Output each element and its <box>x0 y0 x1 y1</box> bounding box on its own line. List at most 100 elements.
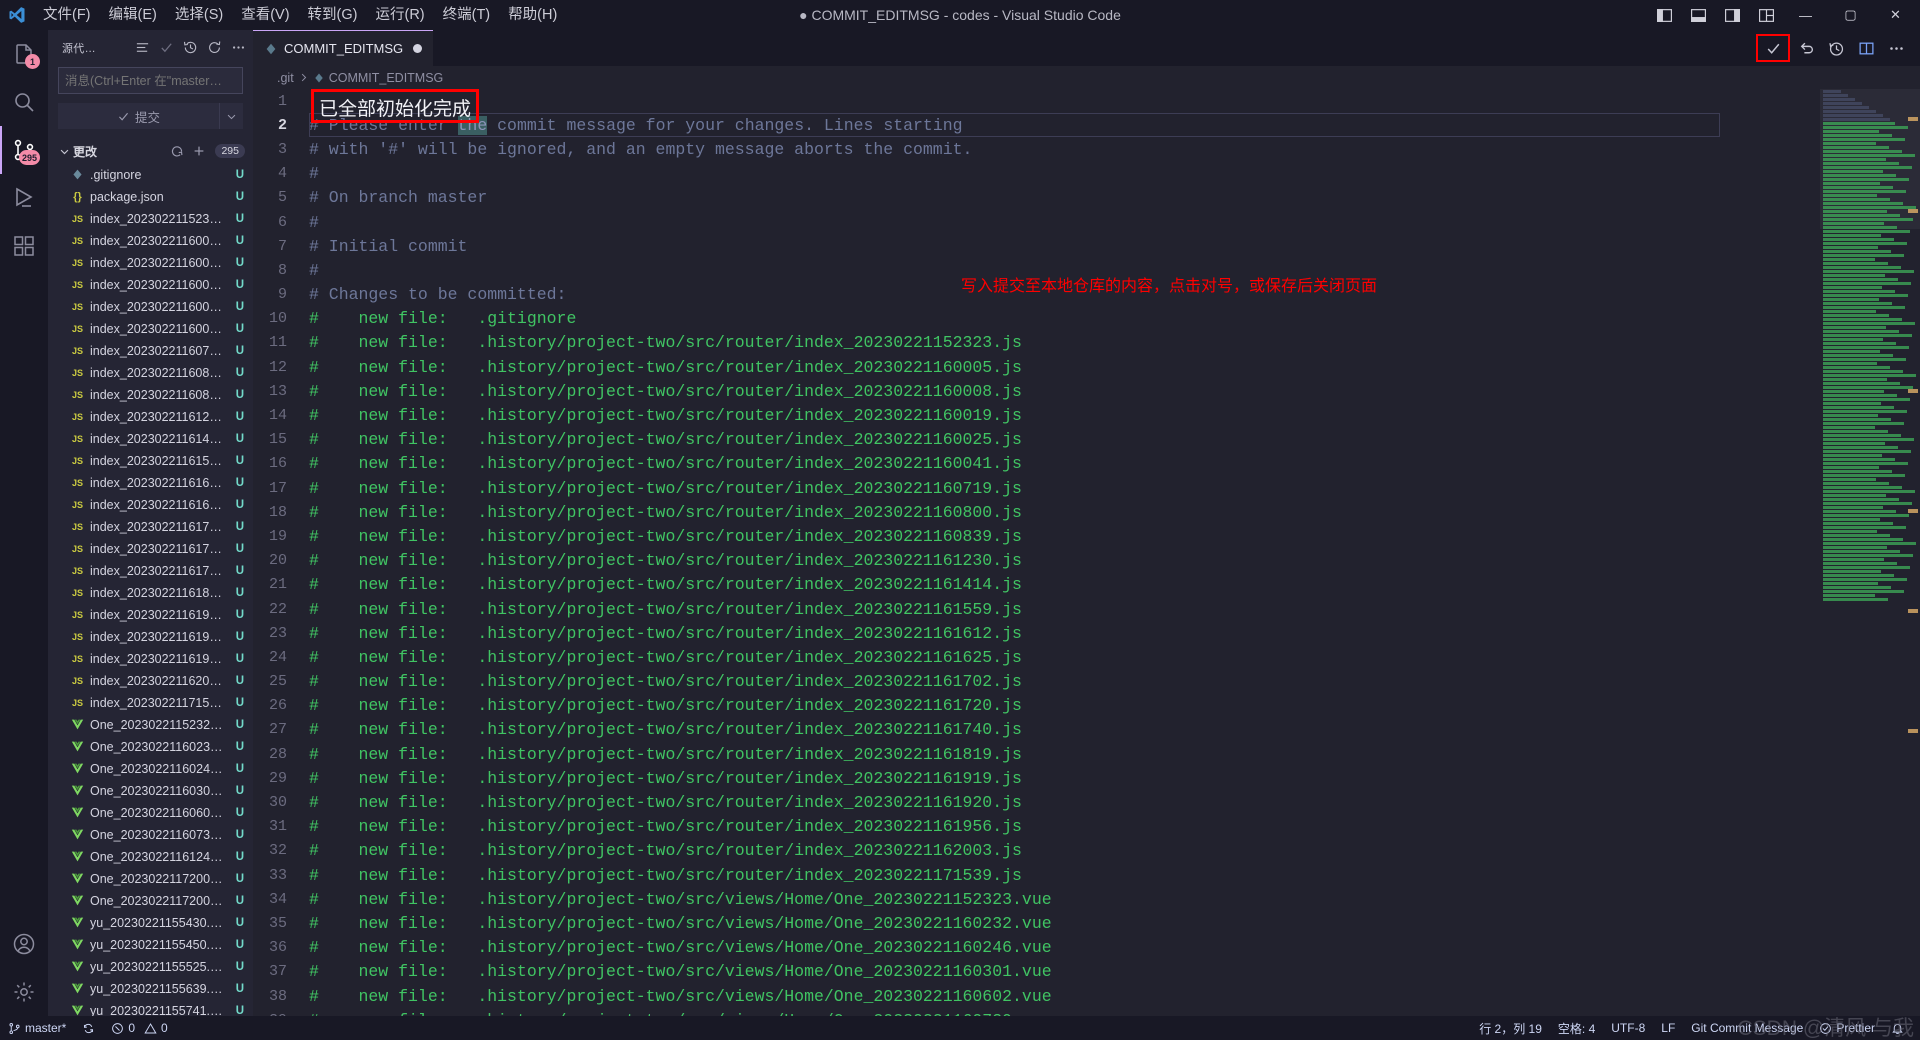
changed-file-row[interactable]: JS index_2023022116123… U <box>48 406 253 428</box>
changed-file-row[interactable]: JS index_2023022116172… U <box>48 538 253 560</box>
menu-file[interactable]: 文件(F) <box>34 0 100 30</box>
code-line[interactable]: 12 # new file: .history/project-two/src/r… <box>253 355 1820 379</box>
code-line[interactable]: 33 # new file: .history/project-two/src/r… <box>253 863 1820 887</box>
minimize-button[interactable]: — <box>1783 0 1828 30</box>
view-as-list-icon[interactable] <box>131 37 153 59</box>
changed-file-row[interactable]: One_20230221161242… U <box>48 846 253 868</box>
changed-file-row[interactable]: One_20230221160246… U <box>48 758 253 780</box>
editor-more-icon[interactable] <box>1882 34 1910 62</box>
status-branch[interactable]: master* <box>0 1016 74 1040</box>
changed-file-row[interactable]: JS index_2023022116004… U <box>48 318 253 340</box>
activity-explorer[interactable]: 1 <box>0 30 48 78</box>
code-line[interactable]: 4 # <box>253 162 1820 186</box>
code-line[interactable]: 26 # new file: .history/project-two/src/r… <box>253 694 1820 718</box>
split-editor-icon[interactable] <box>1852 34 1880 62</box>
status-eol[interactable]: LF <box>1653 1016 1683 1040</box>
changed-file-row[interactable]: JS index_2023022116181… U <box>48 582 253 604</box>
code-line[interactable]: 22 # new file: .history/project-two/src/r… <box>253 597 1820 621</box>
changed-file-row[interactable]: JS index_2023022116141… U <box>48 428 253 450</box>
code-line[interactable]: 10 # new file: .gitignore <box>253 307 1820 331</box>
code-line[interactable]: 11 # new file: .history/project-two/src/r… <box>253 331 1820 355</box>
changed-file-row[interactable]: {} package.json U <box>48 186 253 208</box>
code-line[interactable]: 3 # with '#' will be ignored, and an empt… <box>253 137 1820 161</box>
changes-section-header[interactable]: 更改 295 <box>48 140 253 163</box>
commit-check-icon[interactable] <box>155 37 177 59</box>
changed-file-row[interactable]: JS index_2023022116192… U <box>48 626 253 648</box>
changed-file-row[interactable]: One_20230221172003… U <box>48 890 253 912</box>
commit-button[interactable]: 提交 <box>58 103 219 129</box>
panel-bottom-icon[interactable] <box>1681 0 1715 30</box>
maximize-button[interactable]: ▢ <box>1828 0 1873 30</box>
code-line[interactable]: 14 # new file: .history/project-two/src/r… <box>253 403 1820 427</box>
changed-file-row[interactable]: JS index_2023022116191… U <box>48 604 253 626</box>
changed-file-row[interactable]: JS index_2023022116071… U <box>48 340 253 362</box>
changed-file-row[interactable]: yu_20230221155741.v… U <box>48 1000 253 1016</box>
tab-commit-editmsg[interactable]: COMMIT_EDITMSG <box>253 30 434 66</box>
code-line[interactable]: 31 # new file: .history/project-two/src/r… <box>253 815 1820 839</box>
refresh-icon[interactable] <box>203 37 225 59</box>
menu-selection[interactable]: 选择(S) <box>166 0 232 30</box>
menu-edit[interactable]: 编辑(E) <box>100 0 166 30</box>
discard-changes-icon[interactable] <box>1792 34 1820 62</box>
code-line[interactable]: 17 # new file: .history/project-two/src/r… <box>253 476 1820 500</box>
code-line[interactable]: 15 # new file: .history/project-two/src/r… <box>253 428 1820 452</box>
panel-left-icon[interactable] <box>1647 0 1681 30</box>
scrollbar-decorations[interactable] <box>1906 89 1920 1016</box>
code-line[interactable]: 29 # new file: .history/project-two/src/r… <box>253 766 1820 790</box>
changed-file-row[interactable]: JS index_2023022116170… U <box>48 516 253 538</box>
code-line[interactable]: 35 # new file: .history/project-two/src/v… <box>253 911 1820 935</box>
timeline-history-icon[interactable] <box>1822 34 1850 62</box>
changed-file-row[interactable]: yu_20230221155639.v… U <box>48 978 253 1000</box>
minimap[interactable] <box>1820 89 1920 1016</box>
changed-file-row[interactable]: JS index_2023022117153… U <box>48 692 253 714</box>
status-encoding[interactable]: UTF-8 <box>1603 1016 1653 1040</box>
status-sync[interactable] <box>74 1016 103 1040</box>
code-line[interactable]: 13 # new file: .history/project-two/src/r… <box>253 379 1820 403</box>
status-indentation[interactable]: 空格: 4 <box>1550 1016 1603 1040</box>
commit-accept-check-icon[interactable] <box>1756 34 1790 62</box>
code-line[interactable]: 27 # new file: .history/project-two/src/r… <box>253 718 1820 742</box>
changed-file-row[interactable]: JS index_2023022116080… U <box>48 362 253 384</box>
changed-file-row[interactable]: One_20230221160301… U <box>48 780 253 802</box>
changed-file-row[interactable]: JS index_2023022115232… U <box>48 208 253 230</box>
code-line[interactable]: 38 # new file: .history/project-two/src/v… <box>253 984 1820 1008</box>
code-line[interactable]: 24 # new file: .history/project-two/src/r… <box>253 645 1820 669</box>
changed-file-row[interactable]: JS index_2023022116161… U <box>48 472 253 494</box>
changed-file-row[interactable]: One_20230221160232… U <box>48 736 253 758</box>
menu-go[interactable]: 转到(G) <box>299 0 367 30</box>
changed-file-row[interactable]: JS index_2023022116000… U <box>48 252 253 274</box>
more-actions-icon[interactable] <box>227 37 249 59</box>
panel-right-icon[interactable] <box>1715 0 1749 30</box>
code-line[interactable]: 20 # new file: .history/project-two/src/r… <box>253 549 1820 573</box>
activity-accounts[interactable] <box>0 920 48 968</box>
discard-all-changes-icon[interactable] <box>167 142 186 161</box>
layout-grid-icon[interactable] <box>1749 0 1783 30</box>
code-line[interactable]: 8 # <box>253 258 1820 282</box>
menu-view[interactable]: 查看(V) <box>232 0 298 30</box>
code-line[interactable]: 1 <box>253 89 1820 113</box>
changed-file-row[interactable]: JS index_2023022116001… U <box>48 274 253 296</box>
activity-settings-gear-icon[interactable] <box>0 968 48 1016</box>
stage-all-changes-icon[interactable] <box>189 142 208 161</box>
code-line[interactable]: 25 # new file: .history/project-two/src/r… <box>253 670 1820 694</box>
code-line[interactable]: 30 # new file: .history/project-two/src/r… <box>253 790 1820 814</box>
status-cursor-position[interactable]: 行 2，列 19 <box>1471 1016 1550 1040</box>
changed-file-row[interactable]: JS index_2023022116200… U <box>48 670 253 692</box>
menu-run[interactable]: 运行(R) <box>366 0 433 30</box>
code-line[interactable]: 37 # new file: .history/project-two/src/v… <box>253 960 1820 984</box>
changed-file-row[interactable]: JS index_2023022116162… U <box>48 494 253 516</box>
changed-file-row[interactable]: One_20230221160739… U <box>48 824 253 846</box>
changed-file-row[interactable]: JS index_2023022116000… U <box>48 230 253 252</box>
code-line[interactable]: 7 # Initial commit <box>253 234 1820 258</box>
status-notifications-bell-icon[interactable] <box>1883 1016 1912 1040</box>
code-line[interactable]: 23 # new file: .history/project-two/src/r… <box>253 621 1820 645</box>
status-language-mode[interactable]: Git Commit Message <box>1683 1016 1811 1040</box>
code-line[interactable]: 16 # new file: .history/project-two/src/r… <box>253 452 1820 476</box>
changed-file-row[interactable]: JS index_2023022116083… U <box>48 384 253 406</box>
code-line[interactable]: 34 # new file: .history/project-two/src/v… <box>253 887 1820 911</box>
commit-dropdown-chevron-down-icon[interactable] <box>219 103 243 129</box>
code-line[interactable]: 18 # new file: .history/project-two/src/r… <box>253 500 1820 524</box>
breadcrumb-folder[interactable]: .git <box>277 71 294 85</box>
changed-file-row[interactable]: One_20230221160602… U <box>48 802 253 824</box>
close-button[interactable]: ✕ <box>1873 0 1918 30</box>
